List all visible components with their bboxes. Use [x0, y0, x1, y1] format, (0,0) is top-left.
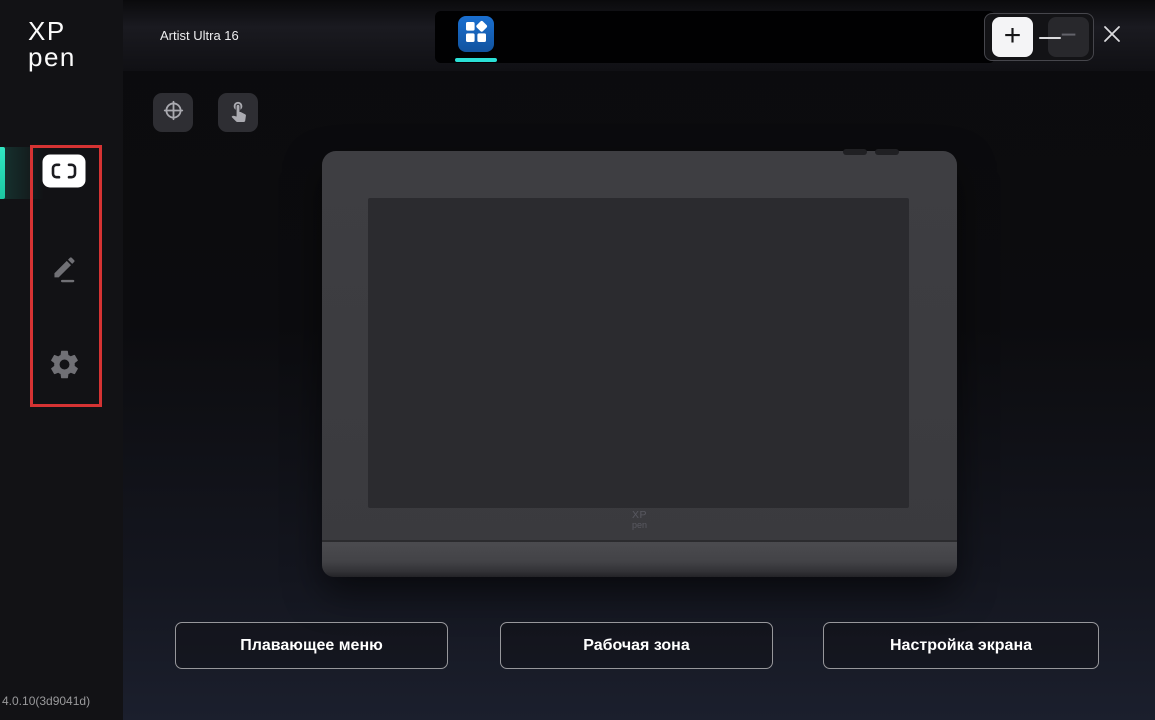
touch-settings-button[interactable]: [218, 93, 258, 132]
xppen-driver-window: XP pen 4.0.10(3d9041d) Artist Ultra 16 +…: [0, 0, 1155, 720]
add-device-button[interactable]: +: [992, 17, 1033, 57]
device-button-notch: [875, 149, 899, 155]
tablet-preview: XP pen: [322, 149, 957, 577]
xppen-logo-line1: XP: [28, 16, 66, 46]
device-logo-line1: XP: [631, 509, 647, 521]
active-tab-underline: [455, 58, 497, 62]
sidebar: XP pen 4.0.10(3d9041d): [0, 0, 123, 720]
device-xppen-logo: XP pen: [322, 510, 957, 530]
xppen-logo: XP pen: [28, 18, 76, 70]
window-close-button[interactable]: [1094, 18, 1130, 54]
tablet-preview-stand: [322, 540, 957, 577]
driver-version: 4.0.10(3d9041d): [2, 694, 91, 708]
title-bar: Artist Ultra 16 + −: [123, 0, 1155, 71]
display-settings-button[interactable]: Настройка экрана: [823, 622, 1099, 669]
window-minimize-button[interactable]: [1030, 24, 1070, 48]
floating-menu-button[interactable]: Плавающее меню: [175, 622, 448, 669]
tab-device-active[interactable]: [458, 16, 494, 52]
device-button-notch: [843, 149, 867, 155]
device-title: Artist Ultra 16: [160, 28, 239, 43]
calibration-button[interactable]: [153, 93, 193, 132]
device-logo-line2: pen: [631, 520, 648, 530]
touch-gesture-icon: [227, 99, 250, 127]
xppen-logo-line2: pen: [28, 42, 76, 72]
minimize-icon: [1039, 27, 1061, 45]
device-tab-strip: + −: [435, 11, 1094, 63]
close-icon: [1102, 24, 1122, 49]
calibration-crosshair-icon: [160, 97, 187, 129]
tablet-preview-screen: [368, 198, 909, 508]
work-area-button[interactable]: Рабочая зона: [500, 622, 773, 669]
active-item-indicator: [0, 147, 5, 199]
red-highlight-rectangle: [30, 145, 102, 407]
device-grid-icon: [458, 14, 494, 55]
